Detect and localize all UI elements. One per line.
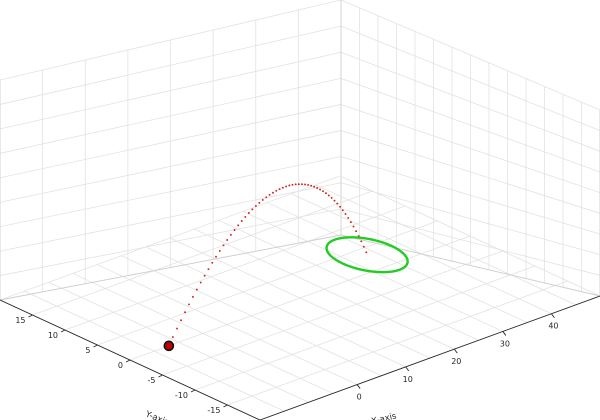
trajectory-point [355,230,358,233]
trajectory-point [294,183,297,186]
trajectory-point [322,190,324,193]
y-tick-mark [28,314,33,318]
trajectory-point [304,183,306,186]
trajectory-point [310,184,313,187]
trajectory-point [349,221,352,224]
trajectory-point [365,251,368,254]
x-axis-line [259,295,600,420]
x-tick-mark [356,384,361,389]
trajectory-point [237,224,240,227]
trajectory-point [240,220,243,222]
trajectory-point [254,205,257,207]
y-tick-mark [60,329,66,333]
x-axis-label: X-axis [370,411,398,420]
trajectory-point [352,225,355,228]
x-tick-label: 10 [403,375,413,384]
y-tick-label: -5 [148,376,156,385]
y-tick-label: -10 [175,391,188,400]
x-tick-label: 30 [500,339,510,348]
trajectory-point [218,249,221,252]
y-tick-mark [190,389,196,393]
y-tick-mark [93,344,98,348]
trajectory-point [180,319,182,322]
trajectory-point [278,188,281,191]
y-tick-label: 0 [118,361,123,370]
trajectory-point [215,255,217,258]
trajectory-point [195,288,198,291]
trajectory-point [336,202,339,205]
trajectory-point [188,303,190,306]
trajectory-point [244,215,247,218]
trajectory-point [281,186,284,189]
trajectory-point [222,244,225,247]
x-tick-label: 20 [451,357,461,366]
trajectory-point [275,189,278,192]
floor-grid-line [97,220,438,346]
trajectory-point [339,205,341,208]
trajectory-point [301,183,303,186]
trajectory-point [330,196,333,199]
trajectory-point [316,187,319,189]
trajectory-point [171,336,174,339]
x-tick-mark [502,331,507,336]
trajectory-point [211,261,214,264]
trajectory-point [362,245,365,248]
target-ring [325,236,409,274]
trajectory-point [288,184,291,187]
y-axis-label: Y-axis [143,409,171,420]
x-tick-mark [551,313,555,318]
trajectory-point [191,295,194,298]
trajectory-point [297,183,300,186]
x-tick-mark [453,348,458,354]
x-tick-mark [405,366,410,372]
floor-grid-line [129,235,471,361]
trajectory-point [261,198,264,201]
x-tick-label: 40 [548,322,558,331]
trajectory-point [271,191,274,194]
trajectory-point [229,233,232,236]
trajectory-point [319,188,322,191]
y-tick-mark [125,359,131,363]
trajectory-point [327,194,330,197]
trajectory-point [347,216,350,219]
trajectory-point [233,229,236,231]
trajectory-point [247,212,250,214]
ball-marker [163,340,175,352]
y-tick-label: 10 [48,331,58,340]
x-tick-label: 0 [357,393,362,402]
trajectory-point [360,240,363,243]
y-tick-mark [223,404,228,408]
trajectory-point [268,193,271,196]
trajectory-point [313,185,316,188]
trajectory-point [251,208,254,211]
trajectory-point [324,192,327,195]
trajectory-point [307,184,310,186]
floor-grid-line [194,265,536,391]
trajectory-point [258,201,261,204]
plot-3d: 20151050-5-10-15-20 010203040 Y-axis X-a… [0,0,600,420]
series [163,183,409,352]
trajectory-point [344,213,347,215]
trajectory-point [199,281,202,284]
trajectory-point [341,209,344,212]
y-tick-label: 5 [85,346,90,355]
trajectory-point [333,199,336,202]
trajectory-point [226,239,229,241]
trajectory-point [176,327,178,330]
trajectory-point [184,311,186,314]
floor-grid-line [0,175,341,301]
x-tick-labels: 0 10 20 30 40 [357,322,559,402]
floor-grid-line [227,280,568,406]
trajectory-point [291,183,294,186]
trajectory-point [285,185,288,188]
y-tick-label: -15 [207,406,220,415]
y-tick-label: 15 [15,316,25,325]
trajectory-point [265,196,268,199]
back-wall-grid [0,0,600,301]
trajectory-point [207,268,210,271]
trajectory-point [203,274,206,277]
y-tick-mark [158,374,163,378]
floor-grid [0,175,600,420]
